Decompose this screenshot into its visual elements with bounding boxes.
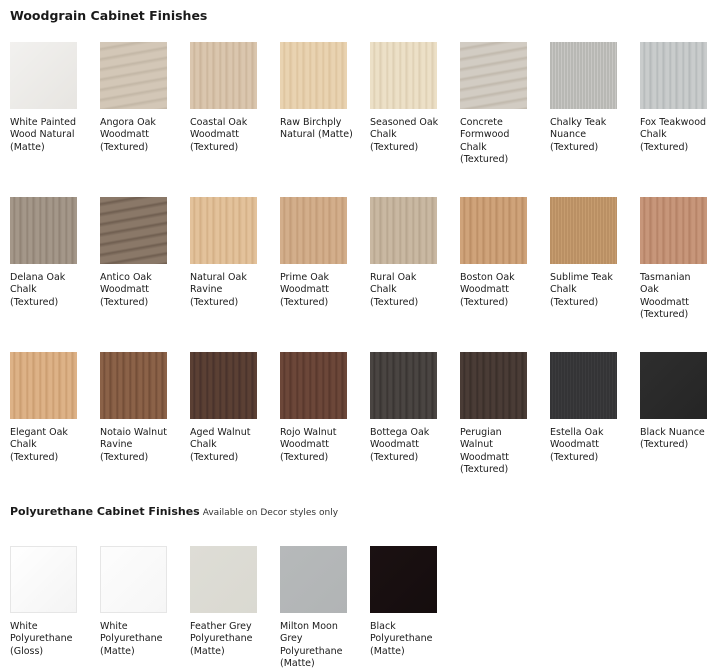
woodgrain-swatch-grid: White Painted Wood Natural (Matte) Angora…: [10, 42, 707, 507]
finish-swatch-label: Aged Walnut Chalk (Textured): [190, 427, 251, 463]
finish-swatch-color: [640, 42, 707, 109]
woodgrain-section-title: Woodgrain Cabinet Finishes: [10, 8, 208, 23]
finish-swatch-label: Delana Oak Chalk (Textured): [10, 272, 66, 308]
finish-swatch-item: Bottega Oak Woodmatt (Textured): [370, 352, 437, 507]
finish-swatch-color: [10, 42, 77, 109]
finish-swatch-label: Rojo Walnut Woodmatt (Textured): [280, 427, 337, 463]
finish-swatch-color: [550, 352, 617, 419]
finish-swatch-label: Sublime Teak Chalk (Textured): [550, 272, 613, 308]
finish-swatch-label: White Painted Wood Natural (Matte): [10, 117, 77, 153]
finish-swatch-item: Rojo Walnut Woodmatt (Textured): [280, 352, 347, 507]
finish-swatch-item: Black Nuance (Textured): [640, 352, 707, 507]
finish-swatch-label: Milton Moon Grey Polyurethane (Matte): [280, 621, 343, 669]
finish-swatch-color: [460, 352, 527, 419]
finish-swatch-label: Tasmanian Oak Woodmatt (Textured): [640, 272, 691, 320]
finish-swatch-color: [10, 352, 77, 419]
finish-swatch-color: [280, 197, 347, 264]
finish-swatch-item: Aged Walnut Chalk (Textured): [190, 352, 257, 507]
finish-swatch-color: [10, 546, 77, 613]
finish-swatch-item: Notaio Walnut Ravine (Textured): [100, 352, 167, 507]
finish-swatch-item: Perugian Walnut Woodmatt (Textured): [460, 352, 527, 507]
finish-swatch-color: [190, 546, 257, 613]
polyurethane-subtitle: Available on Decor styles only: [202, 508, 339, 518]
finish-swatch-label: Angora Oak Woodmatt (Textured): [100, 117, 156, 153]
finish-swatch-item: Concrete Formwood Chalk (Textured): [460, 42, 527, 197]
finish-swatch-item: Delana Oak Chalk (Textured): [10, 197, 77, 352]
finish-swatch-color: [280, 546, 347, 613]
finish-swatch-label: Notaio Walnut Ravine (Textured): [100, 427, 167, 463]
finish-swatch-color: [280, 352, 347, 419]
finish-swatch-item: Feather Grey Polyurethane (Matte): [190, 546, 257, 669]
polyurethane-title-text: Polyurethane Cabinet Finishes: [10, 505, 200, 518]
finish-swatch-item: Boston Oak Woodmatt (Textured): [460, 197, 527, 352]
finish-swatch-label: Antico Oak Woodmatt (Textured): [100, 272, 152, 308]
finish-swatch-label: Coastal Oak Woodmatt (Textured): [190, 117, 248, 153]
finish-swatch-color: [280, 42, 347, 109]
finish-swatch-item: Coastal Oak Woodmatt (Textured): [190, 42, 257, 197]
finish-swatch-item: White Polyurethane (Matte): [100, 546, 167, 669]
finish-swatch-color: [640, 352, 707, 419]
finish-swatch-color: [370, 546, 437, 613]
finish-swatch-label: Bottega Oak Woodmatt (Textured): [370, 427, 430, 463]
finish-swatch-color: [100, 352, 167, 419]
finish-swatch-item: Tasmanian Oak Woodmatt (Textured): [640, 197, 707, 352]
finish-swatch-item: Prime Oak Woodmatt (Textured): [280, 197, 347, 352]
finish-swatch-label: Black Polyurethane (Matte): [370, 621, 433, 657]
finish-swatch-item: Elegant Oak Chalk (Textured): [10, 352, 77, 507]
finish-swatch-label: Natural Oak Ravine (Textured): [190, 272, 247, 308]
finish-swatch-color: [100, 42, 167, 109]
finish-swatch-item: Rural Oak Chalk (Textured): [370, 197, 437, 352]
finish-swatch-label: Perugian Walnut Woodmatt (Textured): [460, 427, 510, 475]
finish-swatch-label: White Polyurethane (Gloss): [10, 621, 73, 657]
finish-swatch-color: [640, 197, 707, 264]
finish-swatch-color: [10, 197, 77, 264]
finish-swatch-item: Raw Birchply Natural (Matte): [280, 42, 353, 197]
finish-swatch-label: Prime Oak Woodmatt (Textured): [280, 272, 330, 308]
finish-swatch-label: White Polyurethane (Matte): [100, 621, 163, 657]
finish-swatch-label: Fox Teakwood Chalk (Textured): [640, 117, 707, 153]
finish-swatch-color: [190, 352, 257, 419]
finish-swatch-item: Natural Oak Ravine (Textured): [190, 197, 257, 352]
finish-swatch-color: [370, 352, 437, 419]
polyurethane-swatch-grid: White Polyurethane (Gloss) White Polyuret…: [10, 546, 707, 669]
finish-swatch-color: [190, 42, 257, 109]
finish-swatch-label: Boston Oak Woodmatt (Textured): [460, 272, 515, 308]
polyurethane-section-title: Polyurethane Cabinet Finishes Available o…: [10, 505, 338, 518]
finish-swatch-color: [460, 197, 527, 264]
finish-swatch-label: Feather Grey Polyurethane (Matte): [190, 621, 253, 657]
finish-swatch-item: Angora Oak Woodmatt (Textured): [100, 42, 167, 197]
finish-swatch-color: [550, 42, 617, 109]
finish-swatch-color: [100, 197, 167, 264]
finish-swatch-label: Elegant Oak Chalk (Textured): [10, 427, 68, 463]
finish-swatch-label: Estella Oak Woodmatt (Textured): [550, 427, 604, 463]
finish-swatch-color: [370, 197, 437, 264]
finish-swatch-item: White Polyurethane (Gloss): [10, 546, 77, 669]
finish-swatch-item: Sublime Teak Chalk (Textured): [550, 197, 617, 352]
finish-swatch-label: Raw Birchply Natural (Matte): [280, 117, 353, 141]
finish-swatch-label: Concrete Formwood Chalk (Textured): [460, 117, 510, 165]
finish-swatch-item: Antico Oak Woodmatt (Textured): [100, 197, 167, 352]
finish-swatch-item: Estella Oak Woodmatt (Textured): [550, 352, 617, 507]
finish-swatch-item: White Painted Wood Natural (Matte): [10, 42, 77, 197]
finish-swatch-label: Chalky Teak Nuance (Textured): [550, 117, 607, 153]
finish-swatch-item: Fox Teakwood Chalk (Textured): [640, 42, 707, 197]
finish-swatch-item: Chalky Teak Nuance (Textured): [550, 42, 617, 197]
finish-swatch-item: Milton Moon Grey Polyurethane (Matte): [280, 546, 347, 669]
finish-swatch-color: [190, 197, 257, 264]
finish-swatch-color: [370, 42, 437, 109]
finish-swatch-label: Rural Oak Chalk (Textured): [370, 272, 419, 308]
finish-swatch-color: [460, 42, 527, 109]
finish-swatch-item: Black Polyurethane (Matte): [370, 546, 437, 669]
finish-swatch-color: [100, 546, 167, 613]
finish-swatch-label: Seasoned Oak Chalk (Textured): [370, 117, 439, 153]
finish-swatch-label: Black Nuance (Textured): [640, 427, 705, 451]
finish-swatch-color: [550, 197, 617, 264]
finish-swatch-item: Seasoned Oak Chalk (Textured): [370, 42, 438, 197]
